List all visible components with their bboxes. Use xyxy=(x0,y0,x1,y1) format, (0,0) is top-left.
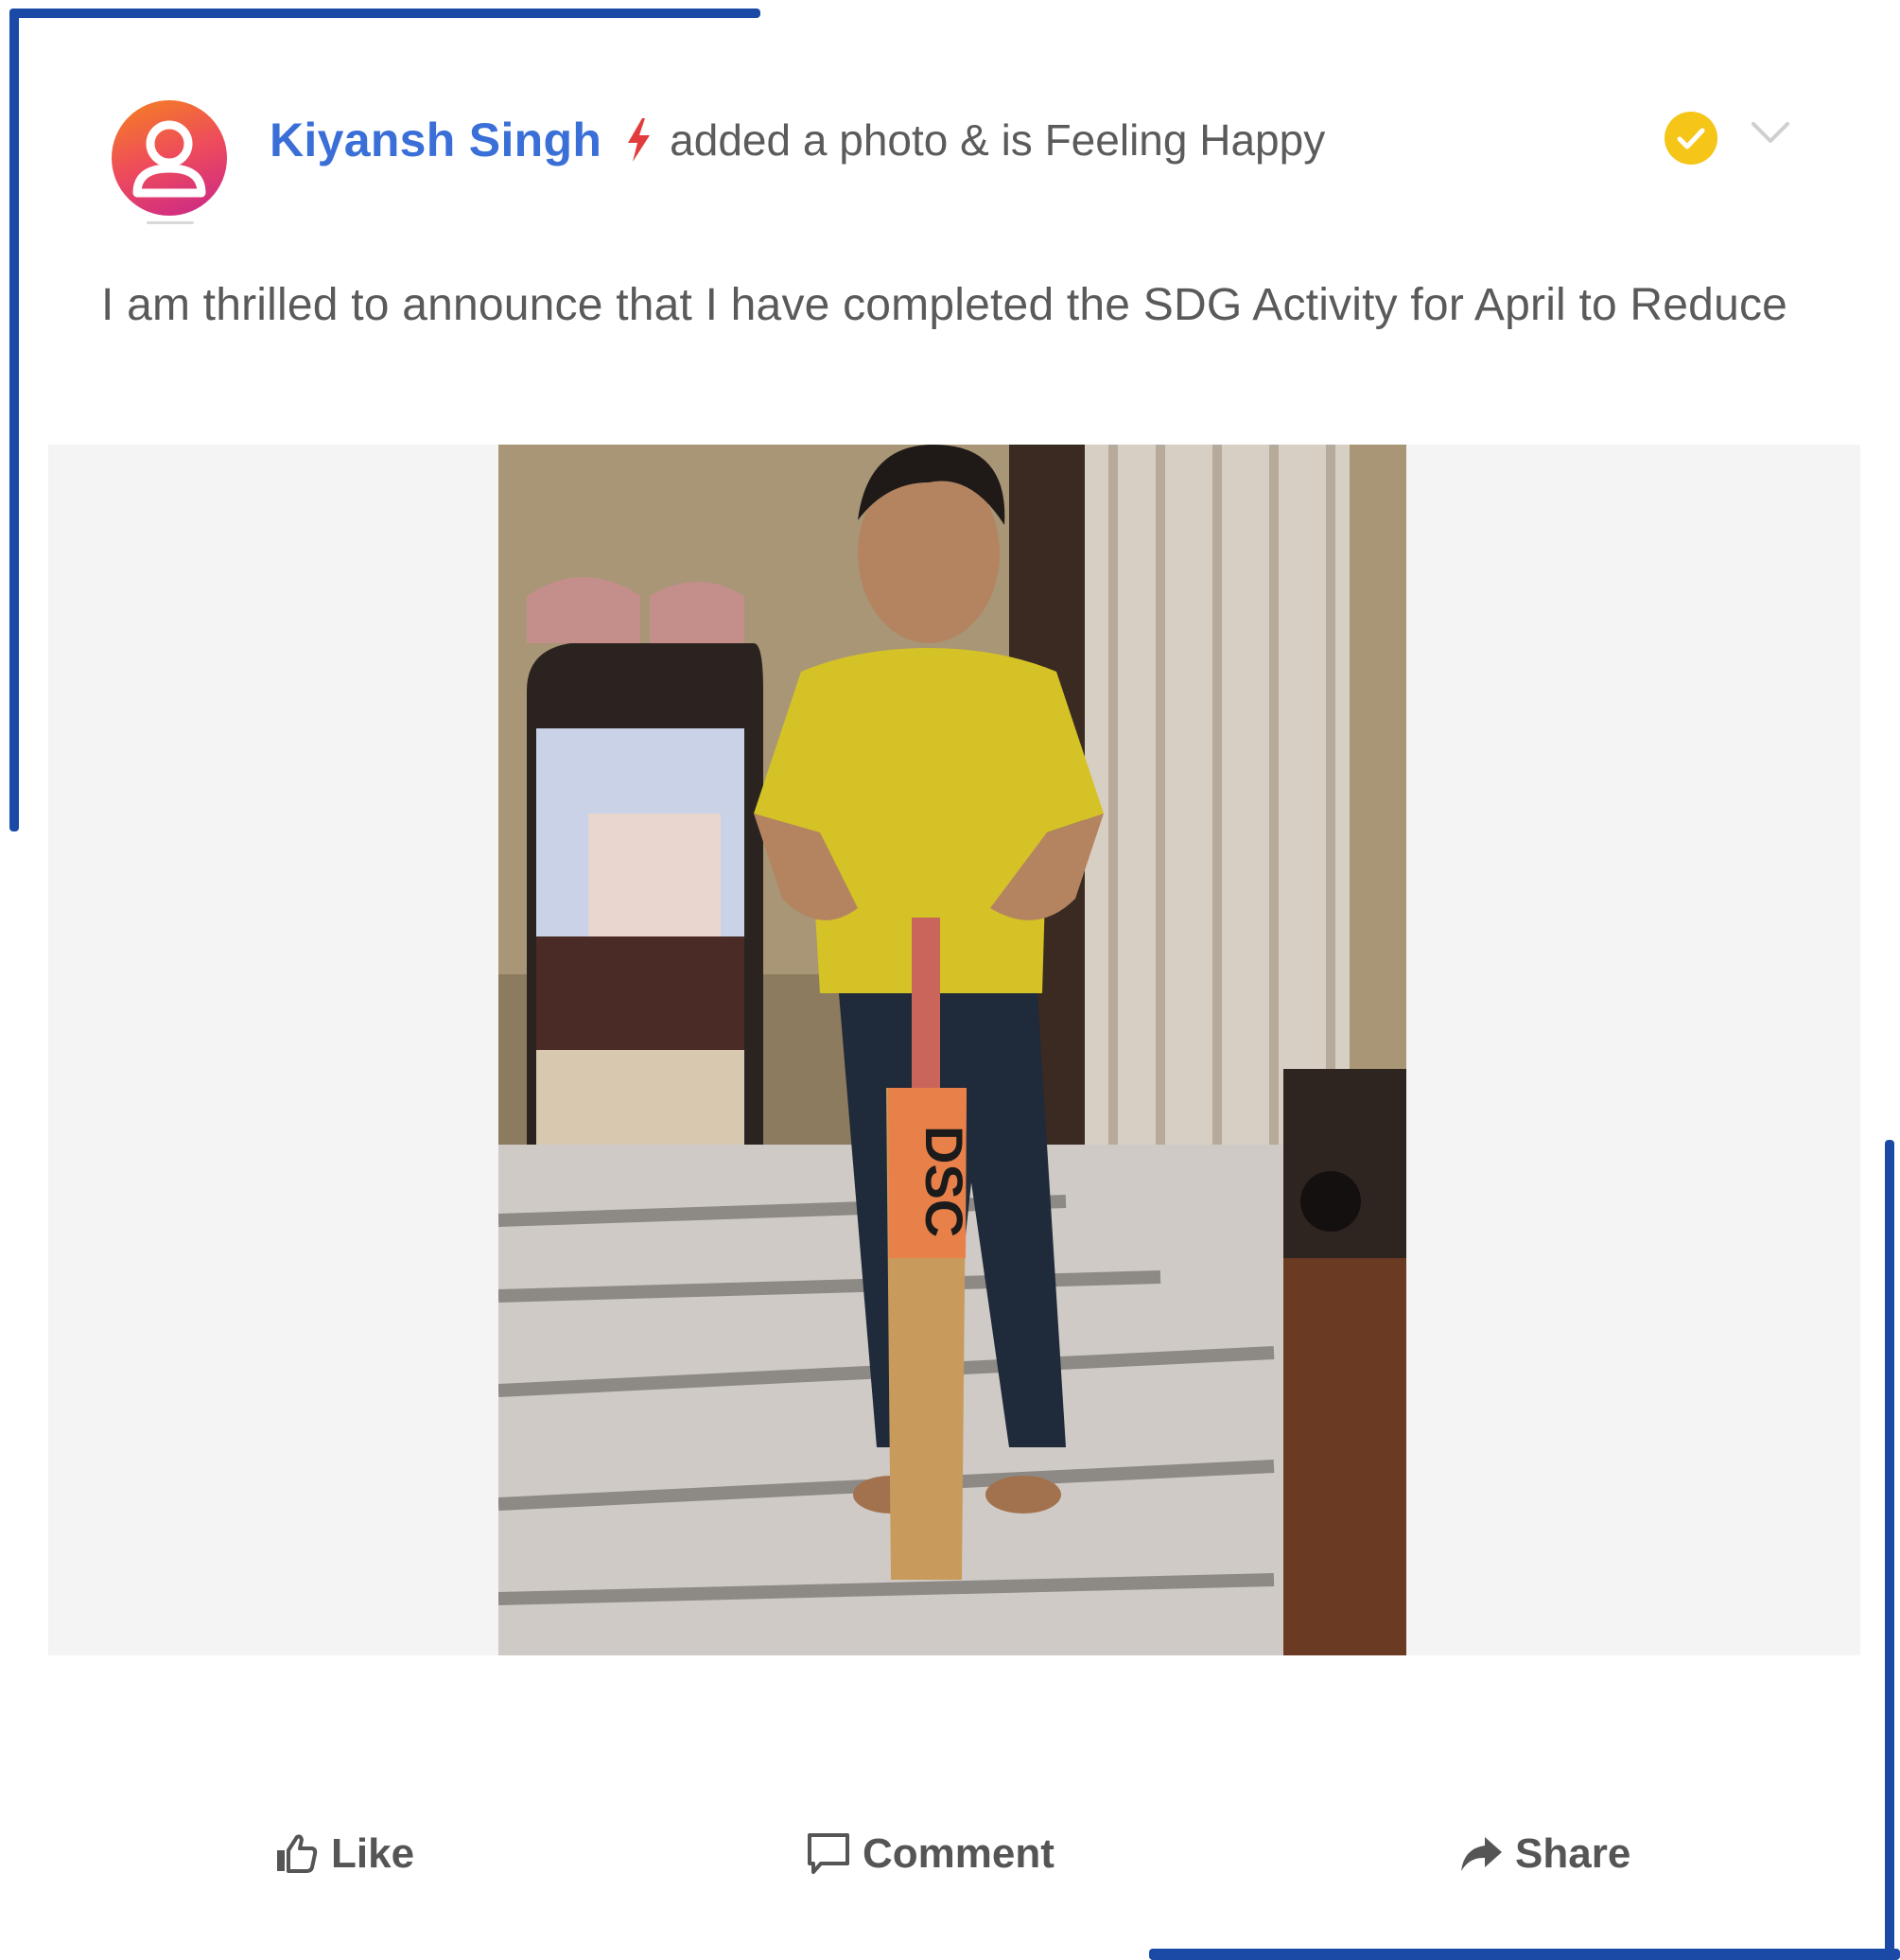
avatar-underline xyxy=(147,221,194,224)
post-text: I am thrilled to announce that I have co… xyxy=(101,280,1788,330)
user-avatar-icon[interactable] xyxy=(112,100,227,216)
share-arrow-icon xyxy=(1461,1837,1502,1871)
verified-check-icon xyxy=(1665,112,1717,165)
share-label: Share xyxy=(1515,1830,1631,1877)
chevron-down-icon[interactable] xyxy=(1750,118,1791,147)
share-button[interactable]: Share xyxy=(1458,1816,1630,1892)
like-button[interactable]: Like xyxy=(274,1816,414,1892)
post-card: Kiyansh Singh added a photo & is Feeling… xyxy=(0,0,1900,1960)
comment-label: Comment xyxy=(863,1830,1055,1877)
thumbs-up-icon xyxy=(277,1834,318,1873)
author-name-link[interactable]: Kiyansh Singh xyxy=(270,113,601,167)
lightning-bolt-icon xyxy=(628,118,651,162)
post-photo[interactable]: DSC xyxy=(498,445,1406,1655)
like-label: Like xyxy=(331,1830,415,1877)
comment-button[interactable]: Comment xyxy=(806,1816,1055,1892)
comment-bubble-icon xyxy=(808,1833,849,1874)
post-actions-bar: Like Comment Share xyxy=(0,1816,1900,1892)
post-header: Kiyansh Singh added a photo & is Feeling… xyxy=(270,110,1325,170)
bat-brand-label: DSC xyxy=(915,1126,974,1237)
activity-text: added a photo & is Feeling Happy xyxy=(670,115,1326,165)
